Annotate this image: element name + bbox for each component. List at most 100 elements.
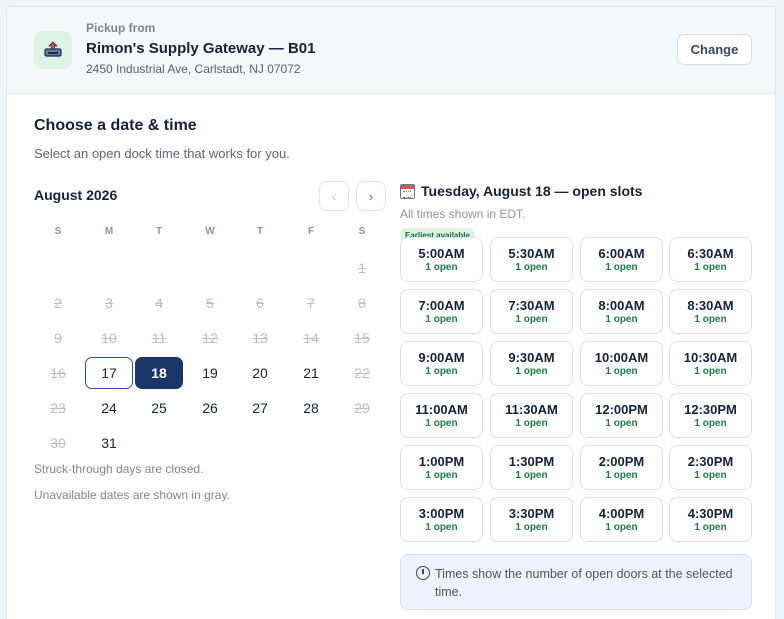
slot-availability: 1 open [694, 261, 727, 273]
calendar-day[interactable]: 27 [236, 392, 284, 424]
slots-heading: Tuesday, August 18 — open slots [400, 183, 642, 199]
time-slot-button[interactable]: 12:30PM 1 open [669, 393, 752, 438]
slot-availability: 1 open [605, 469, 638, 481]
calendar-day[interactable]: 19 [186, 357, 234, 389]
time-slot-button[interactable]: 1:30PM 1 open [490, 445, 573, 490]
weekday-label: S [358, 226, 366, 237]
scheduler-panel: Pickup from Rimon's Supply Gateway — B01… [6, 6, 776, 619]
time-slot-button[interactable]: 11:00AM 1 open [400, 393, 483, 438]
calendar-day[interactable]: 31 [85, 427, 133, 459]
slot-availability: 1 open [425, 521, 458, 533]
calendar-day[interactable]: 20 [236, 357, 284, 389]
prev-month-button[interactable]: ‹ [319, 181, 349, 211]
slot-time: 5:00AM [418, 245, 465, 261]
unavailable-dates-note: Unavailable dates are shown in gray. [34, 488, 230, 502]
clock-icon [416, 566, 430, 580]
time-slot-button[interactable]: 5:00AM 1 open [400, 237, 483, 282]
calendar-day-today[interactable]: 17 [85, 357, 133, 389]
slot-time: 7:30AM [508, 297, 555, 313]
time-slot-button[interactable]: 1:00PM 1 open [400, 445, 483, 490]
calendar-day[interactable]: 24 [85, 392, 133, 424]
chevron-right-icon: › [368, 188, 374, 204]
time-slot-button[interactable]: 8:00AM 1 open [580, 289, 663, 334]
time-slot-button[interactable]: 7:30AM 1 open [490, 289, 573, 334]
time-slot-button[interactable]: 2:00PM 1 open [580, 445, 663, 490]
slot-availability: 1 open [425, 417, 458, 429]
slot-time: 1:30PM [508, 453, 555, 469]
slot-availability: 1 open [515, 521, 548, 533]
slot-time: 7:00AM [418, 297, 465, 313]
slot-time: 4:30PM [687, 505, 734, 521]
weekday-label: W [205, 226, 215, 237]
slot-time: 2:30PM [687, 453, 734, 469]
slot-availability: 1 open [515, 313, 548, 325]
page-title: Choose a date & time [34, 117, 197, 134]
time-slot-button[interactable]: 9:00AM 1 open [400, 341, 483, 386]
time-slot-button[interactable]: 11:30AM 1 open [490, 393, 573, 438]
calendar-day: 4 [155, 295, 163, 311]
closed-days-note: Struck-through days are closed. [34, 462, 204, 476]
slot-availability: 1 open [425, 469, 458, 481]
slot-time: 1:00PM [418, 453, 465, 469]
time-slot-button[interactable]: 12:00PM 1 open [580, 393, 663, 438]
calendar-day: 11 [151, 330, 167, 346]
slot-availability: 1 open [605, 313, 638, 325]
slot-time: 11:00AM [415, 401, 468, 417]
calendar-day[interactable]: 21 [287, 357, 335, 389]
slot-availability: 1 open [515, 365, 548, 377]
slot-availability: 1 open [694, 469, 727, 481]
time-slot-button[interactable]: 6:00AM 1 open [580, 237, 663, 282]
pickup-label: Pickup from [86, 21, 156, 35]
time-slot-button[interactable]: 9:30AM 1 open [490, 341, 573, 386]
time-slot-button[interactable]: 5:30AM 1 open [490, 237, 573, 282]
calendar-day: 29 [354, 400, 370, 416]
weekday-label: F [307, 226, 315, 237]
timezone-note: All times shown in EDT. [400, 207, 526, 221]
pickup-header: Pickup from Rimon's Supply Gateway — B01… [7, 7, 775, 94]
slot-time: 10:30AM [683, 349, 738, 365]
weekday-label: T [256, 226, 264, 237]
slots-title: Tuesday, August 18 — open slots [421, 183, 643, 199]
slot-time: 3:00PM [418, 505, 465, 521]
slot-time: 5:30AM [508, 245, 555, 261]
time-slot-button[interactable]: 4:00PM 1 open [580, 497, 663, 542]
pickup-location-name: Rimon's Supply Gateway — B01 [86, 40, 316, 57]
calendar-day: 14 [303, 330, 319, 346]
calendar-day[interactable]: 28 [287, 392, 335, 424]
time-slot-button[interactable]: 6:30AM 1 open [669, 237, 752, 282]
time-slot-button[interactable]: 10:00AM 1 open [580, 341, 663, 386]
slot-availability: 1 open [694, 313, 727, 325]
next-month-button[interactable]: › [356, 181, 386, 211]
slot-availability: 1 open [515, 417, 548, 429]
time-slot-button[interactable]: 3:00PM 1 open [400, 497, 483, 542]
slot-time: 6:00AM [598, 245, 645, 261]
time-slot-button[interactable]: 4:30PM 1 open [669, 497, 752, 542]
time-slot-button[interactable]: 3:30PM 1 open [490, 497, 573, 542]
time-slot-button[interactable]: 10:30AM 1 open [669, 341, 752, 386]
time-slot-button[interactable]: 2:30PM 1 open [669, 445, 752, 490]
calendar-day: 5 [206, 295, 214, 311]
info-callout: Times show the number of open doors at t… [400, 554, 752, 610]
calendar-month-label: August 2026 [34, 187, 118, 203]
calendar-day: 23 [50, 400, 66, 416]
change-location-button[interactable]: Change [677, 34, 752, 65]
calendar-day: 12 [202, 330, 218, 346]
slot-time: 2:00PM [598, 453, 645, 469]
weekday-label: S [54, 226, 62, 237]
slot-availability: 1 open [425, 313, 458, 325]
weekday-label: T [155, 226, 163, 237]
calendar-day: 7 [307, 295, 315, 311]
calendar-day: 16 [50, 365, 66, 381]
calendar-day[interactable]: 26 [186, 392, 234, 424]
slot-time: 9:00AM [418, 349, 465, 365]
slot-availability: 1 open [605, 365, 638, 377]
slot-availability: 1 open [694, 365, 727, 377]
calendar-day: 8 [358, 295, 366, 311]
time-slot-button[interactable]: 8:30AM 1 open [669, 289, 752, 334]
calendar-day[interactable]: 25 [135, 392, 183, 424]
calendar-day: 2 [54, 295, 62, 311]
calendar-day-selected[interactable]: 18 [135, 357, 183, 389]
slot-availability: 1 open [425, 261, 458, 273]
time-slot-button[interactable]: 7:00AM 1 open [400, 289, 483, 334]
calendar-day: 1 [358, 260, 366, 276]
